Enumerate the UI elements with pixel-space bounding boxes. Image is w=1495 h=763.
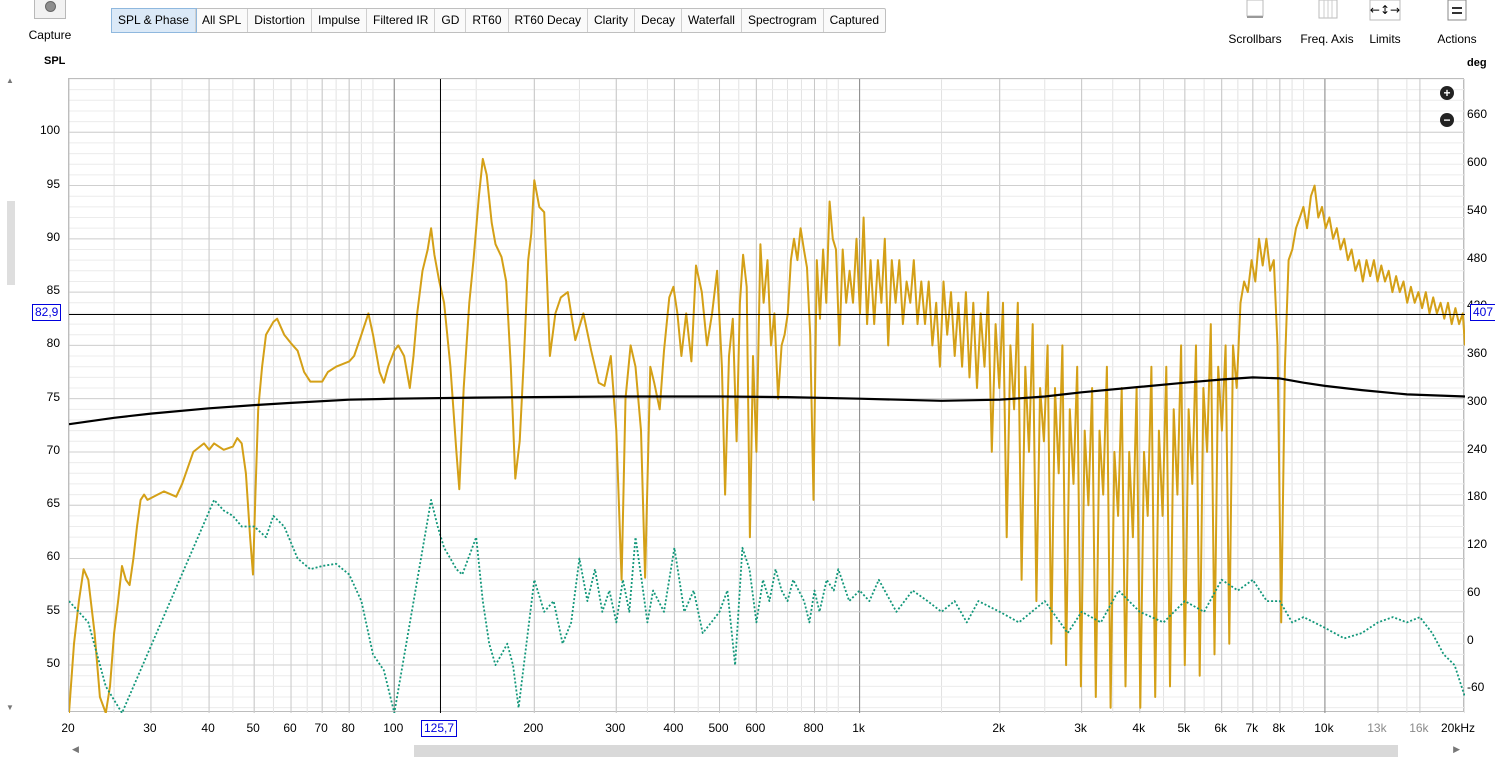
freq-tick-label: 8k xyxy=(1272,721,1286,735)
deg-axis-label: deg xyxy=(1467,57,1487,69)
horizontal-scrollbar[interactable]: ◀ ▶ xyxy=(68,744,1464,758)
spl-tick-label: 65 xyxy=(46,496,60,511)
capture-label: Capture xyxy=(28,28,72,42)
tab-captured[interactable]: Captured xyxy=(824,9,885,32)
limits-button[interactable]: ←↕→ Limits xyxy=(1364,0,1406,46)
freq-tick-label: 100 xyxy=(383,721,404,735)
freq-tick-label: 20kHz xyxy=(1440,721,1476,735)
freq-axis-button[interactable]: Freq. Axis xyxy=(1294,0,1360,46)
vertical-scroll-thumb[interactable] xyxy=(7,201,15,285)
freq-tick-label: 2k xyxy=(992,721,1005,735)
freq-tick-label: 16k xyxy=(1409,721,1429,735)
freq-tick-label: 80 xyxy=(341,721,355,735)
scrollbars-icon xyxy=(1222,0,1288,22)
spl-trace xyxy=(69,157,1465,713)
more-tools-button[interactable]: C xyxy=(1484,0,1495,22)
spl-tick-label: 55 xyxy=(46,602,60,617)
tab-spl-phase[interactable]: SPL & Phase xyxy=(111,8,197,33)
deg-tick-label: 300 xyxy=(1467,393,1488,408)
spl-tick-label: 95 xyxy=(46,176,60,191)
graph-canvas[interactable] xyxy=(69,79,1465,713)
actions-button[interactable]: Actions xyxy=(1435,0,1479,46)
target-trace xyxy=(69,376,1465,426)
spl-tick-label: 80 xyxy=(46,336,60,351)
tab-waterfall[interactable]: Waterfall xyxy=(682,9,742,32)
freq-tick-label: 40 xyxy=(201,721,215,735)
scroll-right-icon[interactable]: ▶ xyxy=(1453,744,1460,755)
tab-decay[interactable]: Decay xyxy=(635,9,683,32)
limits-arrows-icon: ←↕→ xyxy=(1364,0,1406,22)
freq-tick-label: 13k xyxy=(1367,721,1387,735)
deg-tick-label: 60 xyxy=(1467,584,1481,599)
freq-tick-label: 20 xyxy=(61,721,75,735)
tab-rt60[interactable]: RT60 xyxy=(466,9,509,32)
spl-axis-label: SPL xyxy=(44,55,66,67)
freq-tick-label: 4k xyxy=(1132,721,1146,735)
capture-camera-icon xyxy=(34,0,66,19)
spl-tick-label: 60 xyxy=(46,549,60,564)
cursor-spl-readout: 82,9 xyxy=(32,304,62,321)
tab-spectrogram[interactable]: Spectrogram xyxy=(742,9,824,32)
deg-tick-label: 600 xyxy=(1467,155,1488,170)
deg-tick-label: 180 xyxy=(1467,489,1488,504)
tab-clarity[interactable]: Clarity xyxy=(588,9,636,32)
freq-tick-label: 60 xyxy=(283,721,297,735)
zoom-in-icon[interactable]: + xyxy=(1440,86,1454,100)
spl-phase-graph[interactable]: + − xyxy=(68,78,1465,713)
freq-tick-label: 70 xyxy=(314,721,328,735)
deg-tick-label: 480 xyxy=(1467,250,1488,265)
actions-icon xyxy=(1435,0,1479,22)
freq-tick-label: 300 xyxy=(605,721,626,735)
spl-tick-label: 90 xyxy=(46,229,60,244)
freq-tick-label: 200 xyxy=(523,721,544,735)
tab-distortion[interactable]: Distortion xyxy=(248,9,312,32)
spl-tick-label: 85 xyxy=(46,283,60,298)
deg-tick-label: 360 xyxy=(1467,346,1488,361)
zoom-out-icon[interactable]: − xyxy=(1440,113,1454,127)
phase-trace xyxy=(69,499,1465,713)
freq-tick-label: 5k xyxy=(1177,721,1191,735)
spl-tick-label: 70 xyxy=(46,442,60,457)
tab-impulse[interactable]: Impulse xyxy=(312,9,368,32)
tab-filtered-ir[interactable]: Filtered IR xyxy=(367,9,436,32)
cursor-phase-readout: 407 xyxy=(1470,304,1495,321)
freq-tick-label: 7k xyxy=(1245,721,1259,735)
deg-tick-label: 120 xyxy=(1467,537,1488,552)
spl-tick-label: 50 xyxy=(46,656,60,671)
freq-axis-icon xyxy=(1294,0,1360,22)
spl-tick-label: 100 xyxy=(39,123,60,138)
deg-tick-label: 0 xyxy=(1467,632,1474,647)
scroll-down-icon[interactable]: ▼ xyxy=(6,703,14,712)
freq-tick-label: 10k xyxy=(1314,721,1334,735)
freq-tick-label: 500 xyxy=(708,721,729,735)
tab-all-spl[interactable]: All SPL xyxy=(196,9,249,32)
vertical-scrollbar[interactable]: ▲ ▼ xyxy=(4,76,16,712)
deg-tick-label: 240 xyxy=(1467,441,1488,456)
freq-tick-label: 1k xyxy=(852,721,865,735)
freq-tick-label: 800 xyxy=(803,721,824,735)
freq-tick-label: 30 xyxy=(143,721,157,735)
deg-tick-label: 660 xyxy=(1467,107,1488,122)
horizontal-scroll-thumb[interactable] xyxy=(414,745,1398,757)
scroll-left-icon[interactable]: ◀ xyxy=(72,744,79,755)
cursor-frequency-readout: 125,7 xyxy=(421,720,458,737)
capture-button[interactable]: Capture xyxy=(22,0,78,46)
tab-gd[interactable]: GD xyxy=(435,9,467,32)
deg-tick-label: -60 xyxy=(1467,680,1485,695)
deg-tick-label: 540 xyxy=(1467,202,1488,217)
graph-tabs: SPL & Phase All SPL Distortion Impulse F… xyxy=(111,8,887,33)
scroll-up-icon[interactable]: ▲ xyxy=(6,76,14,85)
spl-tick-label: 75 xyxy=(46,389,60,404)
tab-rt60-decay[interactable]: RT60 Decay xyxy=(509,9,588,32)
freq-tick-label: 50 xyxy=(246,721,260,735)
freq-tick-label: 600 xyxy=(745,721,766,735)
freq-tick-label: 6k xyxy=(1214,721,1228,735)
freq-tick-label: 400 xyxy=(663,721,684,735)
freq-tick-label: 3k xyxy=(1074,721,1087,735)
scrollbars-button[interactable]: Scrollbars xyxy=(1222,0,1288,46)
svg-text:←↕→: ←↕→ xyxy=(1370,3,1400,17)
